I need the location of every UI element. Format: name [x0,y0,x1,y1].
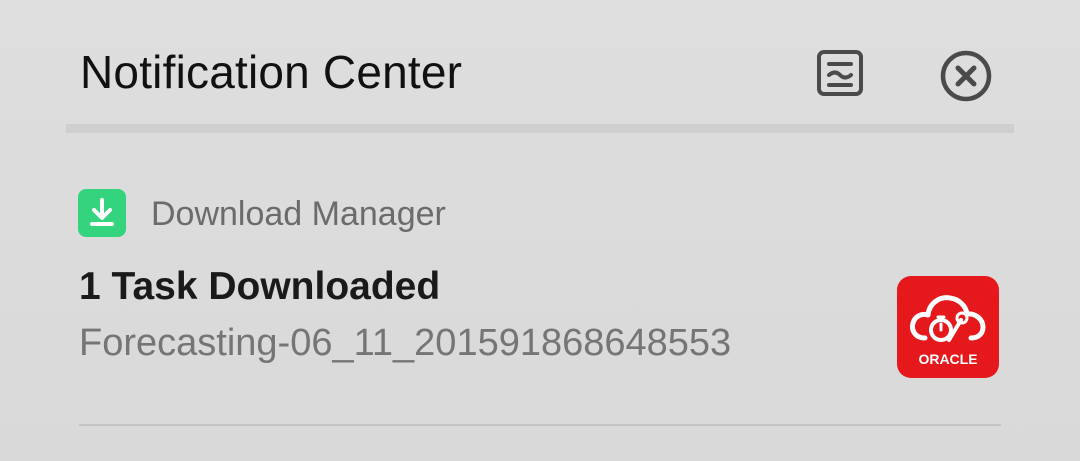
notification-divider [79,424,1001,426]
notification-item[interactable]: Download Manager 1 Task Downloaded Forec… [0,170,1080,426]
notification-title: 1 Task Downloaded [79,265,441,308]
notification-body: Forecasting-06_11_201591868648553 [79,322,732,364]
header: Notification Center [0,0,1080,130]
header-divider [66,124,1014,133]
oracle-icon-label: ORACLE [918,351,977,367]
notification-app-name: Download Manager [151,195,446,233]
page-title: Notification Center [80,46,463,98]
notification-center-panel: Notification Center Download Manager 1 T… [0,0,1080,461]
download-icon [78,189,126,237]
close-button[interactable] [938,48,994,104]
manage-notifications-button[interactable] [815,48,865,98]
oracle-app-icon: ORACLE [897,276,999,378]
close-icon [940,50,992,102]
manage-notifications-icon [817,50,863,96]
